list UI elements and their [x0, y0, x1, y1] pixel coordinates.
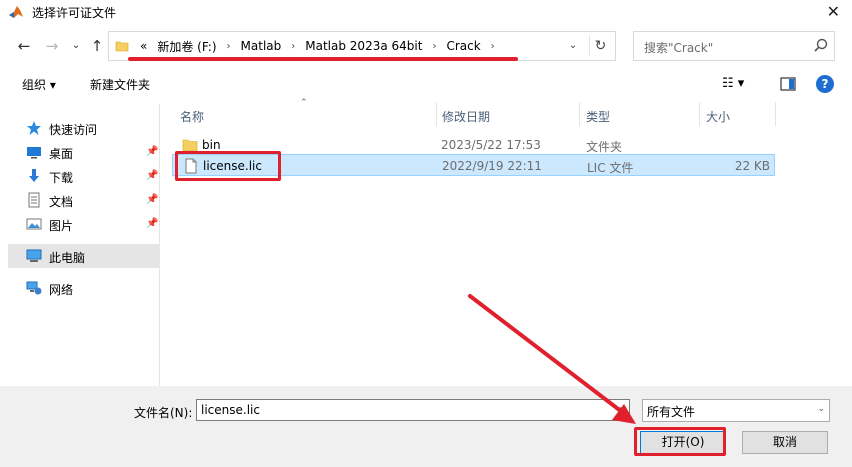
column-header-size[interactable]: 大小: [706, 108, 730, 125]
filename-input[interactable]: license.lic: [196, 399, 630, 421]
search-icon[interactable]: [812, 37, 830, 55]
computer-icon: [26, 249, 42, 262]
pin-icon: 📌: [146, 170, 159, 181]
sidebar-item-pictures[interactable]: 图片 📌: [8, 212, 159, 236]
star-icon: [27, 121, 41, 135]
network-icon: [26, 281, 42, 295]
breadcrumb-drive[interactable]: 新加卷 (F:): [152, 38, 221, 55]
document-icon: [28, 192, 40, 208]
sidebar-item-documents[interactable]: 文档 📌: [8, 188, 159, 212]
pin-icon: 📌: [146, 194, 159, 205]
search-input[interactable]: 搜索"Crack": [644, 39, 713, 56]
file-date: 2022/9/19 22:11: [442, 159, 542, 173]
pin-icon: 📌: [146, 218, 159, 229]
breadcrumb-chevron-icon[interactable]: ›: [222, 41, 236, 52]
command-toolbar: 组织 ▾ 新建文件夹 ☷ ▾ ?: [0, 70, 852, 100]
new-folder-button[interactable]: 新建文件夹: [90, 76, 150, 93]
matlab-icon: [9, 6, 23, 18]
breadcrumb-chevron-icon[interactable]: ›: [286, 41, 300, 52]
sidebar-item-label: 此电脑: [49, 251, 86, 265]
navigation-pane: 快速访问 桌面 📌 下载 📌 文档 📌 图片 📌 此电脑 网络: [8, 104, 160, 386]
column-header-date[interactable]: 修改日期: [442, 108, 490, 125]
file-list: ⌃ 名称 修改日期 类型 大小 bin 2023/5/22 17:53 文件夹 …: [172, 98, 852, 386]
sort-up-icon: ⌃: [300, 98, 308, 108]
address-dropdown-icon[interactable]: ⌄: [563, 36, 583, 56]
annotation-highlight-open: [634, 427, 726, 456]
sidebar-item-downloads[interactable]: 下载 📌: [8, 164, 159, 188]
sidebar-item-desktop[interactable]: 桌面 📌: [8, 140, 159, 164]
sidebar-item-label: 文档: [49, 195, 74, 209]
refresh-icon[interactable]: ↻: [589, 35, 611, 57]
preview-pane-icon[interactable]: [780, 76, 796, 92]
breadcrumb-crack[interactable]: Crack: [441, 39, 485, 53]
breadcrumb-chevron-icon[interactable]: ›: [427, 41, 441, 52]
column-headers: ⌃ 名称 修改日期 类型 大小: [172, 98, 852, 128]
folder-icon: [115, 41, 129, 52]
column-divider[interactable]: [699, 102, 700, 126]
picture-icon: [26, 218, 42, 230]
column-header-name[interactable]: 名称: [180, 108, 204, 125]
breadcrumb-chevron-icon[interactable]: ›: [486, 41, 500, 52]
forward-arrow-icon[interactable]: →: [42, 36, 62, 56]
filename-dropdown-icon[interactable]: ▾: [612, 400, 628, 420]
column-divider[interactable]: [775, 102, 776, 126]
recent-chevron-icon[interactable]: ⌄: [66, 36, 86, 56]
sidebar-item-label: 下载: [49, 171, 74, 185]
breadcrumb: « 新加卷 (F:) › Matlab › Matlab 2023a 64bit…: [135, 32, 500, 60]
desktop-icon: [27, 147, 41, 159]
help-icon[interactable]: ?: [816, 75, 834, 93]
column-divider[interactable]: [436, 102, 437, 126]
sidebar-item-network[interactable]: 网络: [8, 276, 159, 300]
file-name: bin: [202, 138, 221, 152]
sidebar-item-label: 快速访问: [49, 123, 98, 137]
title-bar: 选择许可证文件 ✕: [0, 0, 852, 24]
up-arrow-icon[interactable]: ↑: [87, 36, 107, 56]
column-divider[interactable]: [579, 102, 580, 126]
file-type-select[interactable]: 所有文件 ⌄: [642, 399, 830, 422]
annotation-underline: [128, 57, 518, 61]
column-header-type[interactable]: 类型: [586, 108, 610, 125]
breadcrumb-matlab-2023a[interactable]: Matlab 2023a 64bit: [300, 39, 427, 53]
view-options-icon[interactable]: ☷ ▾: [722, 76, 762, 94]
file-type-select-value: 所有文件: [647, 405, 696, 419]
cancel-button[interactable]: 取消: [742, 431, 828, 454]
window-title: 选择许可证文件: [32, 6, 117, 20]
sidebar-item-label: 桌面: [49, 147, 74, 161]
file-date: 2023/5/22 17:53: [441, 138, 541, 152]
search-box[interactable]: 搜索"Crack": [633, 31, 835, 61]
file-type: 文件夹: [586, 140, 623, 154]
file-size: 22 KB: [734, 159, 770, 173]
filename-label: 文件名(N):: [134, 406, 193, 420]
file-type: LIC 文件: [587, 161, 634, 175]
sidebar-item-label: 图片: [49, 219, 74, 233]
download-icon: [29, 169, 39, 182]
annotation-highlight-file: [175, 151, 281, 181]
pin-icon: 📌: [146, 146, 159, 157]
breadcrumb-overflow[interactable]: «: [135, 39, 152, 53]
sidebar-item-quick-access[interactable]: 快速访问: [8, 116, 159, 140]
close-icon[interactable]: ✕: [827, 2, 840, 21]
sidebar-item-this-pc[interactable]: 此电脑: [8, 244, 159, 268]
chevron-down-icon: ⌄: [817, 404, 825, 414]
back-arrow-icon[interactable]: ←: [14, 36, 34, 56]
breadcrumb-matlab[interactable]: Matlab: [236, 39, 287, 53]
organize-button[interactable]: 组织 ▾: [22, 76, 56, 93]
sidebar-item-label: 网络: [49, 283, 74, 297]
